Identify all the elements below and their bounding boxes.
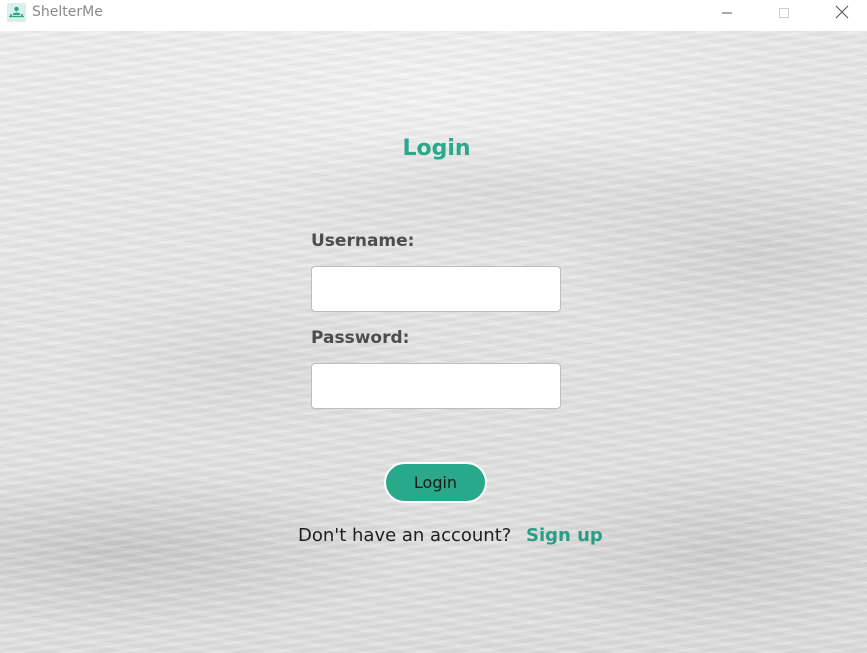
title-bar: ShelterMe <box>0 0 867 31</box>
maximize-icon <box>778 4 790 23</box>
password-label: Password: <box>311 328 410 348</box>
close-button[interactable] <box>819 0 865 26</box>
username-input[interactable] <box>311 266 561 312</box>
login-button[interactable]: Login <box>384 462 487 503</box>
maximize-button[interactable] <box>761 0 807 26</box>
close-icon <box>835 4 849 23</box>
password-input[interactable] <box>311 363 561 409</box>
signup-prompt: Don't have an account? <box>298 525 512 546</box>
username-label: Username: <box>311 231 415 251</box>
login-button-label: Login <box>413 473 458 492</box>
shelterme-logo-icon <box>7 3 26 22</box>
minimize-icon <box>721 4 733 23</box>
signup-link[interactable]: Sign up <box>526 525 603 546</box>
minimize-button[interactable] <box>704 0 750 26</box>
page-title: Login <box>402 136 471 161</box>
window-title: ShelterMe <box>32 4 103 20</box>
app-window: ShelterMe Login Username: Password: Logi… <box>0 0 867 653</box>
login-screen: Login Username: Password: Login Don't ha… <box>0 31 867 653</box>
